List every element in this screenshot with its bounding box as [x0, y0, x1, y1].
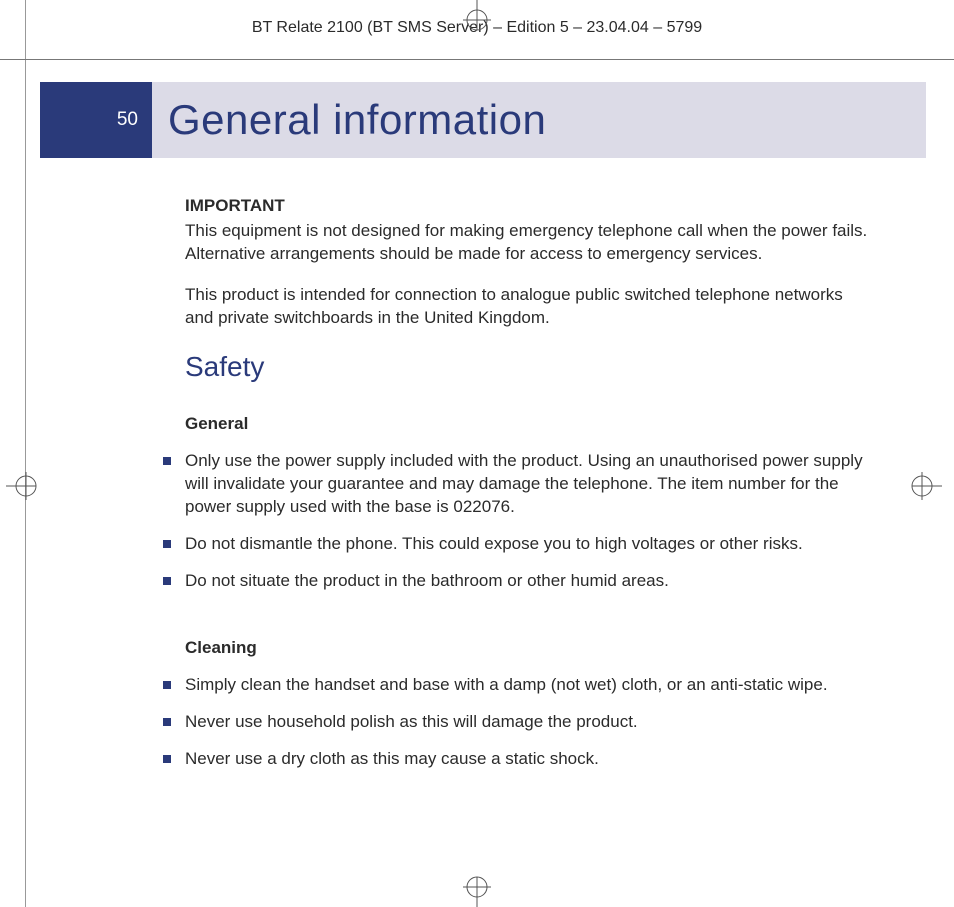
- important-paragraph-1: This equipment is not designed for makin…: [185, 220, 870, 266]
- general-bullet-list: Only use the power supply included with …: [185, 450, 870, 593]
- list-item: Never use a dry cloth as this may cause …: [185, 748, 870, 771]
- page-title: General information: [168, 82, 546, 158]
- crop-mark-left: [6, 466, 46, 506]
- cleaning-subheading: Cleaning: [185, 637, 870, 660]
- horizontal-trim-line: [0, 59, 954, 60]
- page-number-box: 50: [40, 82, 152, 158]
- list-item: Simply clean the handset and base with a…: [185, 674, 870, 697]
- important-paragraph-2: This product is intended for connection …: [185, 284, 870, 330]
- safety-heading: Safety: [185, 348, 870, 386]
- crop-mark-bottom: [457, 867, 497, 907]
- cleaning-bullet-list: Simply clean the handset and base with a…: [185, 674, 870, 771]
- page-number: 50: [117, 109, 138, 131]
- vertical-trim-line: [25, 0, 26, 907]
- list-item: Do not dismantle the phone. This could e…: [185, 533, 870, 556]
- crop-mark-right: [902, 466, 942, 506]
- crop-mark-top: [457, 0, 497, 40]
- main-content: IMPORTANT This equipment is not designed…: [185, 195, 870, 815]
- list-item: Do not situate the product in the bathro…: [185, 570, 870, 593]
- list-item: Never use household polish as this will …: [185, 711, 870, 734]
- list-item: Only use the power supply included with …: [185, 450, 870, 519]
- general-subheading: General: [185, 413, 870, 436]
- important-label: IMPORTANT: [185, 195, 870, 218]
